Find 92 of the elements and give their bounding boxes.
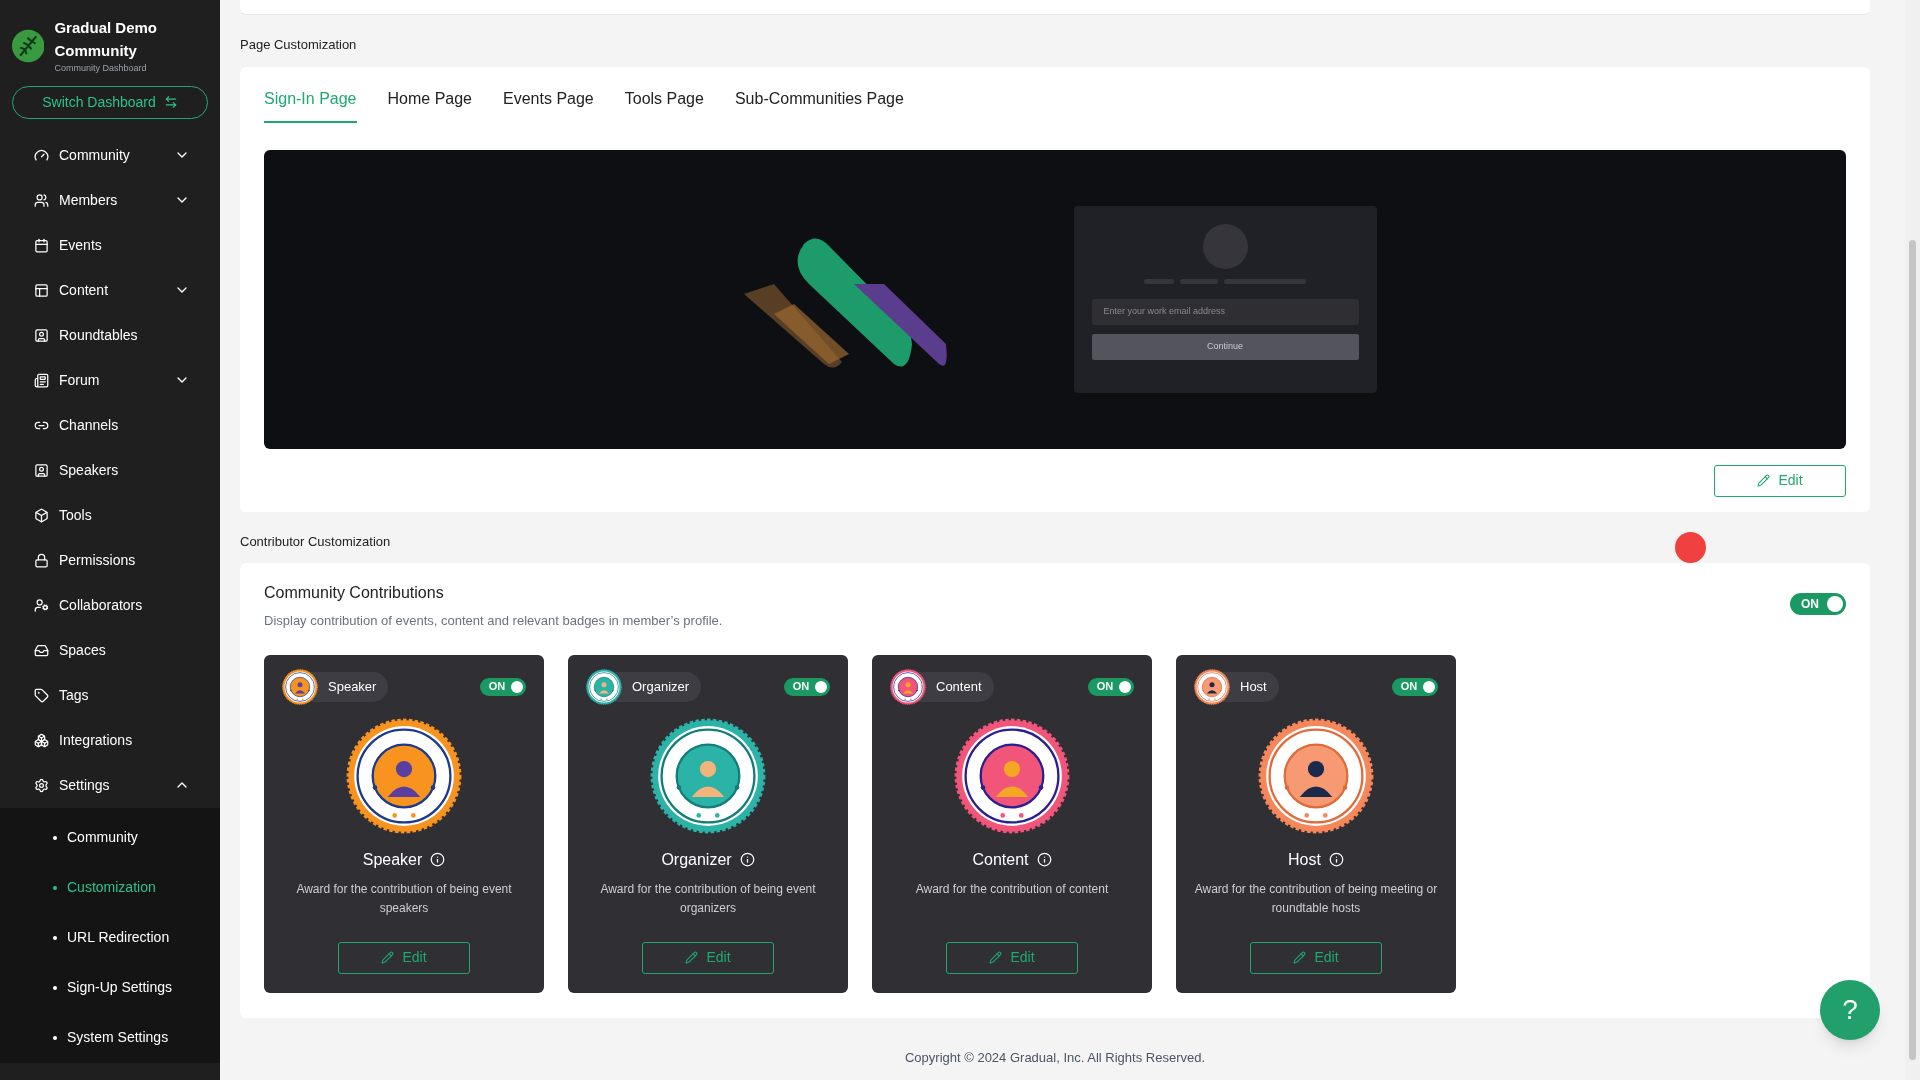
toggle-label: ON <box>487 679 507 695</box>
toggle-label: ON <box>1399 679 1419 695</box>
email-field[interactable]: Enter your work email address <box>1091 298 1359 325</box>
badge-description: Award for the contribution of being event speakers <box>295 880 513 917</box>
menu-icon <box>34 372 49 388</box>
menu-icon <box>34 462 49 478</box>
pencil-icon <box>1757 474 1771 487</box>
page-tab[interactable]: Sub-Communities Page <box>734 86 904 123</box>
menu-icon <box>34 732 49 748</box>
toggle-switch[interactable]: ON <box>1790 593 1846 615</box>
pencil-icon <box>1293 951 1307 964</box>
continue-button[interactable]: Continue <box>1091 333 1359 360</box>
page-tab[interactable]: Home Page <box>387 86 472 123</box>
info-icon <box>739 852 755 867</box>
toggle-label: ON <box>1095 679 1115 695</box>
badge-icon <box>1194 668 1230 705</box>
menu-icon <box>34 687 49 703</box>
badge-emblem-icon <box>650 717 766 834</box>
sidebar-item[interactable]: Community <box>0 132 220 178</box>
toggle-switch[interactable]: ON <box>1392 677 1438 696</box>
toggle-label: ON <box>791 679 811 695</box>
edit-button[interactable]: Edit <box>642 941 774 974</box>
click-indicator <box>1675 532 1706 563</box>
badge-icon <box>282 668 318 705</box>
submenu-item[interactable]: System Settings <box>0 1012 220 1063</box>
sidebar-item[interactable]: Tags <box>0 672 220 718</box>
community-name: Gradual Demo Community <box>54 18 158 61</box>
badge-title: Content <box>972 849 1029 870</box>
menu-icon <box>34 642 49 658</box>
sidebar-item[interactable]: Events <box>0 222 220 268</box>
sidebar-item[interactable]: Tools <box>0 492 220 538</box>
sidebar-item[interactable]: Members <box>0 177 220 223</box>
toggle-label: ON <box>1800 596 1820 613</box>
badge-title: Speaker <box>362 849 423 870</box>
menu-icon <box>34 192 49 208</box>
pencil-icon <box>381 951 395 964</box>
sidebar-item[interactable]: Channels <box>0 402 220 448</box>
info-icon <box>430 852 446 867</box>
submenu-item[interactable]: Sign-Up Settings <box>0 962 220 1013</box>
badge-emblem-icon <box>346 717 462 834</box>
badge-icon <box>586 668 622 705</box>
community-subtitle: Community Dashboard <box>54 62 148 75</box>
menu-icon <box>34 237 49 253</box>
card-title: Community Contributions <box>264 583 445 603</box>
badge-icon <box>890 668 926 705</box>
card-description: Display contribution of events, content and relevant badges in member’s profile. <box>264 612 723 630</box>
info-icon <box>1328 852 1344 867</box>
badge-description: Award for the contribution of being meeting or roundtable hosts <box>1194 880 1438 917</box>
edit-button[interactable]: Edit <box>338 941 470 974</box>
menu-icon <box>34 327 49 343</box>
badge-description: Award for the contribution of being event organizers <box>599 880 817 917</box>
badge-tag-label: Content <box>936 677 982 696</box>
badge-title: Host <box>1288 849 1321 870</box>
badge-tag-label: Speaker <box>328 677 377 696</box>
toggle-switch[interactable]: ON <box>784 677 830 696</box>
badge-title: Organizer <box>661 849 732 870</box>
swap-icon <box>163 95 178 109</box>
submenu-item[interactable]: Community <box>0 812 220 863</box>
section-heading: Contributor Customization <box>240 532 391 551</box>
menu-icon <box>34 777 49 793</box>
menu-icon <box>34 147 49 163</box>
sidebar-item[interactable]: Settings <box>0 762 220 808</box>
info-icon <box>1036 852 1052 867</box>
copyright-text: Copyright © 2024 Gradual, Inc. All Rights Reserved. <box>904 1048 1206 1067</box>
sidebar-item[interactable]: Roundtables <box>0 312 220 358</box>
pencil-icon <box>989 951 1003 964</box>
menu-icon <box>34 507 49 523</box>
badge-emblem-icon <box>954 717 1070 834</box>
page-tab[interactable]: Tools Page <box>624 86 704 123</box>
submenu-item[interactable]: Customization <box>0 862 220 913</box>
badge-description: Award for the contribution of content <box>915 880 1109 898</box>
menu-icon <box>34 282 49 298</box>
sidebar-item[interactable]: Speakers <box>0 447 220 493</box>
sidebar-item[interactable]: Permissions <box>0 537 220 583</box>
menu-icon <box>34 597 49 613</box>
sidebar-item[interactable]: Collaborators <box>0 582 220 628</box>
pencil-icon <box>685 951 699 964</box>
menu-icon <box>34 552 49 568</box>
badge-tag-label: Host <box>1240 677 1267 696</box>
section-heading: Page Customization <box>240 36 357 54</box>
sidebar-item[interactable]: Forum <box>0 357 220 403</box>
page-tab[interactable]: Events Page <box>503 86 594 123</box>
badge-emblem-icon <box>1258 717 1374 834</box>
toggle-switch[interactable]: ON <box>1088 677 1134 696</box>
badge-tag-label: Organizer <box>632 677 690 696</box>
sidebar-item[interactable]: Content <box>0 267 220 313</box>
sidebar-item[interactable]: Integrations <box>0 717 220 763</box>
edit-button[interactable]: Edit <box>1250 941 1382 974</box>
submenu-item[interactable]: URL Redirection <box>0 912 220 963</box>
edit-button[interactable]: Edit <box>946 941 1078 974</box>
sidebar-item[interactable]: Spaces <box>0 627 220 673</box>
toggle-switch[interactable]: ON <box>480 677 526 696</box>
